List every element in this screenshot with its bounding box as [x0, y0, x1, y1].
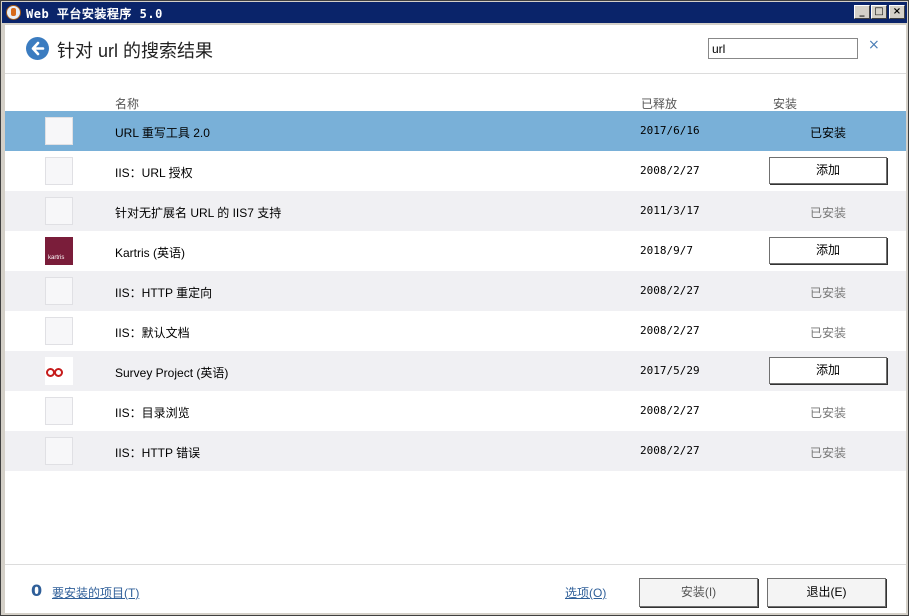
result-row[interactable]: IIS：HTTP 重定向 2008/2/27 已安装: [5, 271, 906, 311]
minimize-button[interactable]: _: [854, 5, 870, 19]
app-icon: [6, 5, 21, 20]
search-input[interactable]: [708, 38, 858, 59]
result-name: Kartris (英语): [115, 246, 185, 260]
installed-status: 已安装: [809, 126, 846, 140]
header: 针对 url 的搜索结果 ×: [5, 25, 906, 74]
installed-status: 已安装: [809, 406, 846, 420]
result-name: Survey Project (英语): [115, 366, 229, 380]
app-window: Web 平台安装程序 5.0 _ □ × 针对 url 的搜索结果 × 名称 已…: [0, 0, 909, 616]
result-name: IIS：URL 授权: [115, 166, 193, 180]
package-placeholder-icon: [45, 317, 73, 345]
package-placeholder-icon: [45, 277, 73, 305]
package-placeholder-icon: [45, 117, 73, 145]
footer: 0 要安装的项目(T) 选项(O) 安装(I) 退出(E): [5, 564, 906, 613]
package-placeholder-icon: [45, 197, 73, 225]
result-row[interactable]: URL 重写工具 2.0 2017/6/16 已安装: [5, 111, 906, 151]
result-name: 针对无扩展名 URL 的 IIS7 支持: [115, 206, 282, 220]
clear-search-icon[interactable]: ×: [868, 37, 880, 53]
result-row[interactable]: IIS：URL 授权 2008/2/27 添加: [5, 151, 906, 191]
result-name: IIS：目录浏览: [115, 406, 190, 420]
result-row[interactable]: 针对无扩展名 URL 的 IIS7 支持 2011/3/17 已安装: [5, 191, 906, 231]
installed-status: 已安装: [809, 446, 846, 460]
result-date: 2017/6/16: [640, 124, 700, 137]
result-date: 2017/5/29: [640, 364, 700, 377]
package-placeholder-icon: [45, 157, 73, 185]
back-arrow-icon: [31, 41, 45, 56]
result-row[interactable]: Kartris (英语) 2018/9/7 添加: [5, 231, 906, 271]
result-name: IIS：HTTP 错误: [115, 446, 201, 460]
installed-status: 已安装: [809, 206, 846, 220]
title-bar[interactable]: Web 平台安装程序 5.0 _ □ ×: [2, 2, 907, 23]
result-date: 2008/2/27: [640, 404, 700, 417]
column-header-install[interactable]: 安装: [773, 95, 797, 112]
result-name: IIS：默认文档: [115, 326, 190, 340]
maximize-button[interactable]: □: [871, 5, 887, 19]
result-row[interactable]: IIS：目录浏览 2008/2/27 已安装: [5, 391, 906, 431]
installed-status: 已安装: [809, 326, 846, 340]
install-button[interactable]: 安装(I): [639, 578, 758, 607]
close-window-button[interactable]: ×: [889, 5, 905, 19]
back-button[interactable]: [26, 37, 49, 60]
result-date: 2008/2/27: [640, 164, 700, 177]
add-button[interactable]: 添加: [769, 357, 887, 384]
result-row[interactable]: IIS：默认文档 2008/2/27 已安装: [5, 311, 906, 351]
package-placeholder-icon: [45, 397, 73, 425]
column-header-name[interactable]: 名称: [115, 95, 139, 112]
result-date: 2008/2/27: [640, 444, 700, 457]
window-title: Web 平台安装程序 5.0: [26, 7, 163, 21]
package-placeholder-icon: [45, 437, 73, 465]
add-button[interactable]: 添加: [769, 157, 887, 184]
result-row[interactable]: Survey Project (英语) 2017/5/29 添加: [5, 351, 906, 391]
result-date: 2008/2/27: [640, 324, 700, 337]
kartris-logo-icon: [45, 237, 73, 265]
result-name: URL 重写工具 2.0: [115, 126, 210, 140]
page-title: 针对 url 的搜索结果: [57, 41, 214, 61]
column-header-released[interactable]: 已释放: [641, 95, 677, 112]
result-name: IIS：HTTP 重定向: [115, 286, 213, 300]
items-to-install-link[interactable]: 要安装的项目(T): [52, 584, 139, 601]
options-link[interactable]: 选项(O): [565, 584, 606, 601]
results-list: URL 重写工具 2.0 2017/6/16 已安装 IIS：URL 授权 2008/2…: [5, 111, 906, 471]
survey-project-logo-icon: [45, 357, 73, 385]
result-row[interactable]: IIS：HTTP 错误 2008/2/27 已安装: [5, 431, 906, 471]
result-date: 2018/9/7: [640, 244, 693, 257]
installed-status: 已安装: [809, 286, 846, 300]
exit-button[interactable]: 退出(E): [767, 578, 886, 607]
install-count: 0: [31, 581, 43, 600]
main-panel: 针对 url 的搜索结果 × 名称 已释放 安装 URL 重写工具 2.0 201…: [5, 25, 906, 613]
result-date: 2008/2/27: [640, 284, 700, 297]
add-button[interactable]: 添加: [769, 237, 887, 264]
result-date: 2011/3/17: [640, 204, 700, 217]
